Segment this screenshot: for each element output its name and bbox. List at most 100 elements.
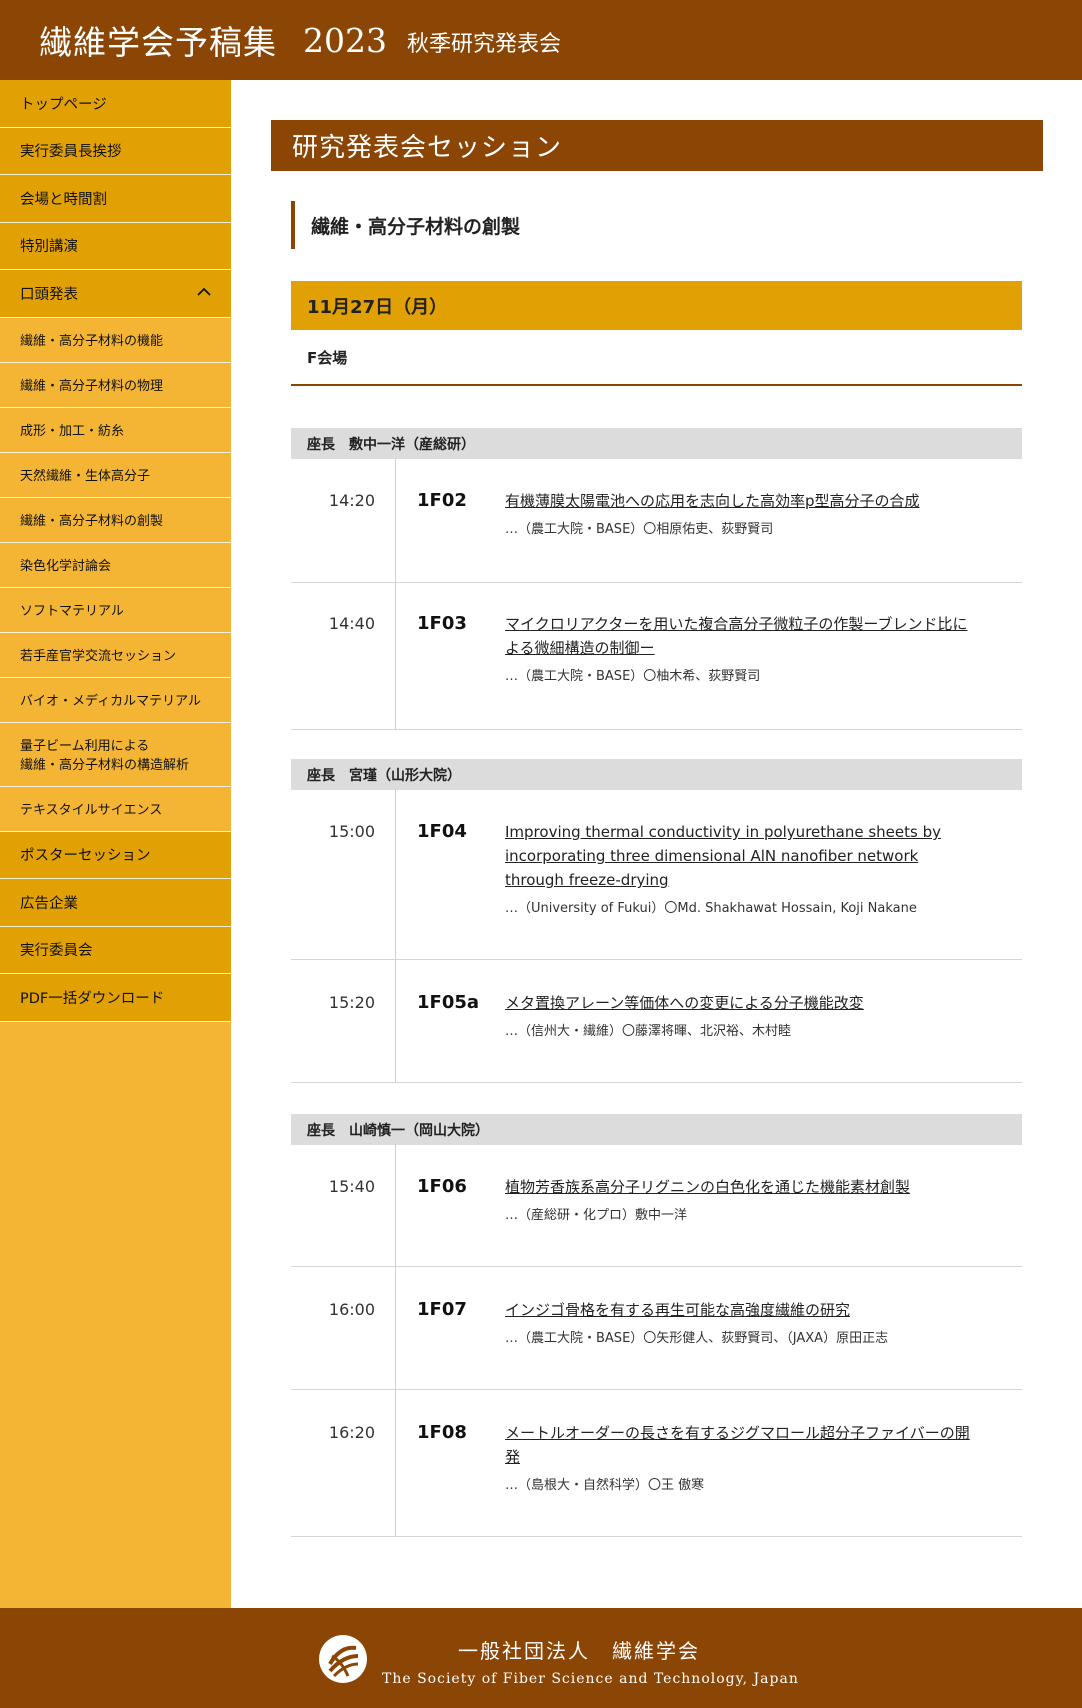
presentation-time: 16:00 — [328, 1300, 375, 1319]
site-header: 繊維学会予稿集 2023 秋季研究発表会 — [0, 0, 1082, 80]
footer-org-name: 一般社団法人 繊維学会 — [458, 1639, 700, 1663]
presentation-time: 14:40 — [328, 614, 375, 633]
chevron-up-icon[interactable] — [197, 282, 211, 300]
chair-row: 座長 敷中一洋（産総研） — [291, 428, 1022, 459]
sidebar-item-label: ポスターセッション — [20, 848, 151, 865]
presentation-time: 15:40 — [328, 1177, 375, 1196]
section-title: 研究発表会セッション — [271, 120, 1043, 171]
presentation-row: 16:20 1F08 メートルオーダーの長さを有するジグマロール超分子ファイバー… — [291, 1390, 1022, 1537]
presentation-time: 15:20 — [328, 993, 375, 1012]
sidebar-item-label: 広告企業 — [20, 895, 78, 912]
presentation-time: 15:00 — [328, 822, 375, 841]
presentation-title-link[interactable]: 植物芳香族系高分子リグニンの白色化を通じた機能素材創製 — [505, 1175, 975, 1199]
sidebar-item-top[interactable]: トップページ — [0, 80, 231, 128]
society-logo-icon[interactable] — [318, 1634, 368, 1684]
presentation-code: 1F08 — [417, 1422, 467, 1443]
presentation-title-link[interactable]: メートルオーダーの長さを有するジグマロール超分子ファイバーの開発 — [505, 1421, 975, 1469]
venue-heading: F会場 — [291, 330, 1022, 386]
presentation-row: 15:20 1F05a メタ置換アレーン等価体への変更による分子機能改変 …（信… — [291, 960, 1022, 1083]
sidebar-item-label: 量子ビーム利用による — [20, 739, 150, 754]
presentation-row: 14:40 1F03 マイクロリアクターを用いた複合高分子微粒子の作製ーブレンド… — [291, 583, 1022, 730]
sidebar-item-poster[interactable]: ポスターセッション — [0, 831, 231, 879]
presentation-authors: …（産総研・化プロ）敷中一洋 — [505, 1208, 688, 1223]
site-footer: 一般社団法人 繊維学会 The Society of Fiber Science… — [0, 1608, 1082, 1708]
presentation-authors: …（農工大院・BASE）〇相原佑吏、荻野賢司 — [505, 522, 774, 537]
footer-org-name-en: The Society of Fiber Science and Technol… — [382, 1671, 799, 1687]
presentation-authors: …（農工大院・BASE）〇柚木希、荻野賢司 — [505, 669, 761, 684]
presentation-code: 1F04 — [417, 821, 467, 842]
sidebar-subitem-processing[interactable]: 成形・加工・紡糸 — [0, 407, 231, 453]
site-subtitle: 秋季研究発表会 — [406, 32, 561, 57]
presentation-title-link[interactable]: インジゴ骨格を有する再生可能な高強度繊維の研究 — [505, 1298, 975, 1322]
presentation-title-link[interactable]: メタ置換アレーン等価体への変更による分子機能改変 — [505, 991, 975, 1015]
date-heading: 11月27日（月） — [291, 281, 1022, 330]
sidebar-item-greeting[interactable]: 実行委員長挨拶 — [0, 127, 231, 175]
sidebar-subitem-soft-material[interactable]: ソフトマテリアル — [0, 587, 231, 633]
sidebar-item-label: 繊維・高分子材料の物理 — [20, 379, 164, 394]
main-content: 研究発表会セッション 繊維・高分子材料の創製 11月27日（月） F会場 座長 … — [231, 80, 1082, 1608]
sidebar-item-special-lecture[interactable]: 特別講演 — [0, 222, 231, 270]
sidebar-item-label: 天然繊維・生体高分子 — [20, 469, 151, 484]
sidebar-item-label: 繊維・高分子材料の創製 — [20, 514, 164, 529]
sidebar-subitem-young-session[interactable]: 若手産官学交流セッション — [0, 632, 231, 678]
sidebar-subitem-natural-fiber[interactable]: 天然繊維・生体高分子 — [0, 452, 231, 498]
sidebar-item-label: 特別講演 — [20, 239, 78, 256]
presentation-row: 16:00 1F07 インジゴ骨格を有する再生可能な高強度繊維の研究 …（農工大… — [291, 1267, 1022, 1390]
row-divider — [395, 1390, 396, 1536]
presentation-time: 14:20 — [328, 491, 375, 510]
presentation-authors: …（農工大院・BASE）〇矢形健人、荻野賢司、（JAXA）原田正志 — [505, 1331, 889, 1346]
presentation-authors: …（University of Fukui）〇Md. Shakhawat Hos… — [505, 901, 917, 916]
sidebar-item-label: ソフトマテリアル — [20, 604, 124, 619]
row-divider — [395, 1267, 396, 1389]
chair-row: 座長 宮瑾（山形大院） — [291, 759, 1022, 790]
row-divider — [395, 583, 396, 729]
presentation-code: 1F05a — [417, 992, 480, 1013]
presentation-authors: …（信州大・繊維）〇藤澤将暉、北沢裕、木村睦 — [505, 1024, 792, 1039]
sidebar-subitem-dyeing[interactable]: 染色化学討論会 — [0, 542, 231, 588]
sidebar-item-label: 会場と時間割 — [20, 191, 107, 208]
site-title[interactable]: 繊維学会予稿集 — [39, 16, 277, 64]
sidebar-subitem-biomedical[interactable]: バイオ・メディカルマテリアル — [0, 677, 231, 723]
sidebar-item-venue-schedule[interactable]: 会場と時間割 — [0, 175, 231, 223]
presentation-code: 1F07 — [417, 1299, 467, 1320]
chair-row: 座長 山崎慎一（岡山大院） — [291, 1114, 1022, 1145]
row-divider — [395, 789, 396, 959]
topic-heading: 繊維・高分子材料の創製 — [291, 201, 520, 249]
sidebar-item-committee[interactable]: 実行委員会 — [0, 926, 231, 974]
presentation-code: 1F06 — [417, 1176, 467, 1197]
presentation-row: 15:40 1F06 植物芳香族系高分子リグニンの白色化を通じた機能素材創製 …… — [291, 1144, 1022, 1267]
sidebar-item-label-line2: 繊維・高分子材料の構造解析 — [20, 758, 190, 773]
sidebar-item-label: 繊維・高分子材料の機能 — [20, 334, 164, 349]
sidebar-item-label: テキスタイルサイエンス — [20, 803, 163, 818]
presentation-title-link[interactable]: マイクロリアクターを用いた複合高分子微粒子の作製ーブレンド比による微細構造の制御… — [505, 612, 975, 660]
sidebar-item-pdf-download[interactable]: PDF一括ダウンロード — [0, 974, 231, 1022]
sidebar-subitem-textile-science[interactable]: テキスタイルサイエンス — [0, 786, 231, 832]
presentation-title-link[interactable]: 有機薄膜太陽電池への応用を志向した高効率p型高分子の合成 — [505, 489, 975, 513]
sidebar-item-label: 成形・加工・紡糸 — [20, 424, 125, 439]
sidebar-nav: トップページ 実行委員長挨拶 会場と時間割 特別講演 口頭発表 繊維・高分子材料… — [0, 80, 231, 1608]
presentation-code: 1F03 — [417, 613, 467, 634]
sidebar-item-sponsors[interactable]: 広告企業 — [0, 879, 231, 927]
sidebar-subitem-synthesis[interactable]: 繊維・高分子材料の創製 — [0, 497, 231, 543]
sidebar-item-label: バイオ・メディカルマテリアル — [20, 694, 201, 709]
sidebar-item-label: 実行委員会 — [20, 943, 93, 960]
sidebar-item-label: 若手産官学交流セッション — [20, 649, 177, 664]
presentation-row: 15:00 1F04 Improving thermal conductivit… — [291, 789, 1022, 960]
sidebar-item-label: 口頭発表 — [20, 286, 78, 303]
presentation-authors: …（島根大・自然科学）〇王 傲寒 — [505, 1478, 705, 1493]
sidebar-item-label: PDF一括ダウンロード — [20, 990, 165, 1007]
sidebar-subitem-physics[interactable]: 繊維・高分子材料の物理 — [0, 362, 231, 408]
sidebar-item-label: トップページ — [20, 96, 107, 113]
row-divider — [395, 960, 396, 1082]
sidebar-subitem-quantum-beam[interactable]: 量子ビーム利用による 繊維・高分子材料の構造解析 — [0, 722, 231, 787]
row-divider — [395, 458, 396, 582]
presentation-code: 1F02 — [417, 490, 467, 511]
sidebar-subitem-function[interactable]: 繊維・高分子材料の機能 — [0, 317, 231, 363]
presentation-title-link[interactable]: Improving thermal conductivity in polyur… — [505, 820, 975, 892]
presentation-row: 14:20 1F02 有機薄膜太陽電池への応用を志向した高効率p型高分子の合成 … — [291, 458, 1022, 583]
sidebar-item-label: 染色化学討論会 — [20, 559, 112, 574]
sidebar-item-oral[interactable]: 口頭発表 — [0, 270, 231, 318]
site-year: 2023 — [303, 20, 387, 60]
presentation-time: 16:20 — [328, 1423, 375, 1442]
sidebar-item-label: 実行委員長挨拶 — [20, 144, 122, 161]
